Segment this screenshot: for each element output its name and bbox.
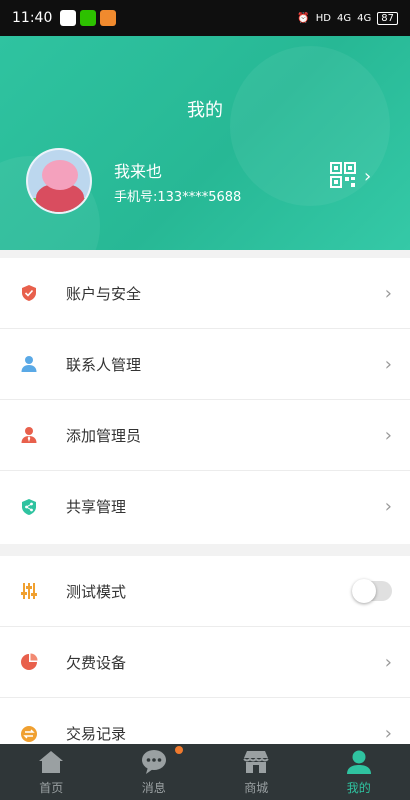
chat-icon: [141, 750, 166, 774]
qr-code-icon[interactable]: [330, 162, 356, 188]
menu-item-account-security[interactable]: 账户与安全 ›: [0, 258, 410, 329]
menu-item-transactions[interactable]: 交易记录 ›: [0, 698, 410, 744]
hd-label: HD: [315, 12, 332, 24]
menu-group-device: 测试模式 欠费设备 › 交易记录 ›: [0, 556, 410, 744]
chevron-right-icon: ›: [384, 496, 392, 517]
toggle-knob: [352, 579, 376, 603]
store-icon: [243, 751, 269, 773]
menu-group-account: 账户与安全 › 联系人管理 › 添加管理员 › 共享管理 ›: [0, 258, 410, 544]
menu-item-test-mode: 测试模式: [0, 556, 410, 627]
tab-label: 首页: [39, 781, 64, 795]
chevron-right-icon: ›: [384, 424, 392, 446]
exchange-icon: [21, 725, 37, 742]
menu-item-label: 账户与安全: [66, 284, 142, 303]
bottom-tab-bar: 首页 消息 商城 我的: [0, 744, 410, 800]
person-icon: [21, 356, 37, 372]
notification-badge: [174, 746, 183, 754]
signal-4g-2: 4G: [357, 12, 372, 24]
signal-4g-1: 4G: [337, 12, 352, 24]
tab-label: 消息: [141, 781, 166, 795]
sliders-icon: [21, 583, 37, 599]
chevron-right-icon: ›: [384, 353, 392, 375]
menu-item-arrears-devices[interactable]: 欠费设备 ›: [0, 627, 410, 698]
tab-store[interactable]: 商城: [205, 744, 308, 800]
chevron-right-icon: ›: [384, 651, 392, 673]
admin-icon: [21, 427, 37, 443]
battery-icon: 87: [377, 11, 398, 25]
alarm-icon: ⏰: [297, 12, 310, 24]
profile-header: 我的 我来也 手机号:133****5688 ›: [0, 36, 410, 250]
menu-item-share[interactable]: 共享管理 ›: [0, 471, 410, 542]
menu-item-label: 添加管理员: [66, 426, 142, 445]
menu-item-label: 测试模式: [66, 582, 127, 601]
page-title: 我的: [187, 100, 223, 121]
status-right: ⏰ HD 4G 4G 87: [297, 11, 398, 25]
tab-me[interactable]: 我的: [308, 744, 410, 800]
menu-item-label: 欠费设备: [66, 653, 127, 672]
status-time: 11:40: [12, 10, 53, 26]
pie-icon: [21, 653, 38, 670]
tab-messages[interactable]: 消息: [103, 744, 206, 800]
user-icon: [346, 750, 371, 774]
chevron-right-icon[interactable]: ›: [364, 166, 371, 187]
menu-item-label: 交易记录: [66, 725, 127, 743]
tab-home[interactable]: 首页: [0, 744, 103, 800]
home-icon: [39, 751, 64, 773]
app-notification-icon: [100, 10, 117, 26]
chevron-right-icon: ›: [384, 282, 392, 304]
menu-item-label: 共享管理: [66, 498, 127, 516]
wechat-icon: [80, 10, 97, 26]
tab-label: 我的: [346, 781, 371, 795]
user-name: 我来也: [114, 162, 163, 181]
status-bar: 11:40 ⏰ HD 4G 4G 87: [0, 0, 410, 36]
test-mode-toggle[interactable]: [352, 579, 392, 603]
shield-icon: [22, 285, 36, 301]
menu-item-label: 联系人管理: [66, 355, 142, 374]
tab-label: 商城: [244, 781, 269, 795]
menu-item-contacts[interactable]: 联系人管理 ›: [0, 329, 410, 400]
chevron-right-icon: ›: [384, 723, 392, 744]
user-phone: 手机号:133****5688: [114, 190, 242, 205]
menu-item-add-admin[interactable]: 添加管理员 ›: [0, 400, 410, 471]
qq-icon: [60, 10, 77, 26]
share-shield-icon: [22, 498, 36, 515]
avatar[interactable]: [26, 148, 92, 214]
